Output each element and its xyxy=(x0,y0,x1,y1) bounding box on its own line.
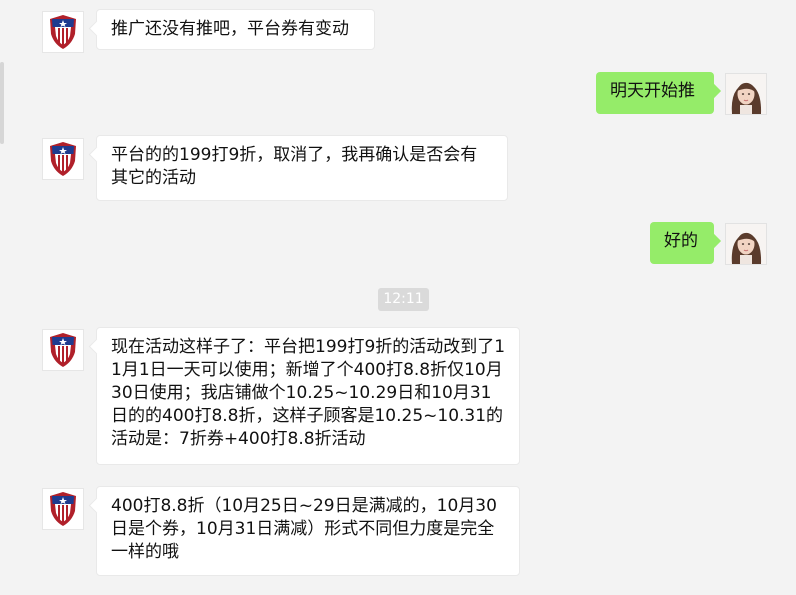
captain-shield-icon xyxy=(50,142,76,176)
scrollbar-thumb[interactable] xyxy=(0,62,4,144)
contact-avatar[interactable] xyxy=(42,138,84,180)
message-bubble-incoming[interactable]: 推广还没有推吧，平台券有变动 xyxy=(96,9,375,50)
contact-avatar[interactable] xyxy=(42,488,84,530)
message-text: 明天开始推 xyxy=(610,81,695,101)
message-text: 好的 xyxy=(664,231,698,251)
captain-shield-icon xyxy=(50,333,76,367)
message-bubble-outgoing[interactable]: 好的 xyxy=(650,222,714,264)
captain-shield-icon xyxy=(50,15,76,49)
chat-scrollbar[interactable] xyxy=(0,0,4,595)
contact-avatar[interactable] xyxy=(42,329,84,371)
user-photo xyxy=(726,74,766,114)
message-text: 现在活动这样子了：平台把199打9折的活动改到了11月1日一天可以使用；新增了个… xyxy=(111,337,506,449)
captain-shield-icon xyxy=(50,492,76,526)
message-text: 400打8.8折（10月25日~29日是满减的，10月30日是个券，10月31日… xyxy=(111,496,497,562)
user-photo xyxy=(726,224,766,264)
message-bubble-outgoing[interactable]: 明天开始推 xyxy=(596,72,714,114)
self-avatar[interactable] xyxy=(725,223,767,265)
message-bubble-incoming[interactable]: 400打8.8折（10月25日~29日是满减的，10月30日是个券，10月31日… xyxy=(96,486,520,576)
message-timestamp: 12:11 xyxy=(378,288,429,311)
message-bubble-incoming[interactable]: 平台的的199打9折，取消了，我再确认是否会有其它的活动 xyxy=(96,135,508,201)
message-bubble-incoming[interactable]: 现在活动这样子了：平台把199打9折的活动改到了11月1日一天可以使用；新增了个… xyxy=(96,327,520,465)
message-text: 推广还没有推吧，平台券有变动 xyxy=(111,19,349,39)
contact-avatar[interactable] xyxy=(42,11,84,53)
message-text: 平台的的199打9折，取消了，我再确认是否会有其它的活动 xyxy=(111,145,478,188)
self-avatar[interactable] xyxy=(725,73,767,115)
